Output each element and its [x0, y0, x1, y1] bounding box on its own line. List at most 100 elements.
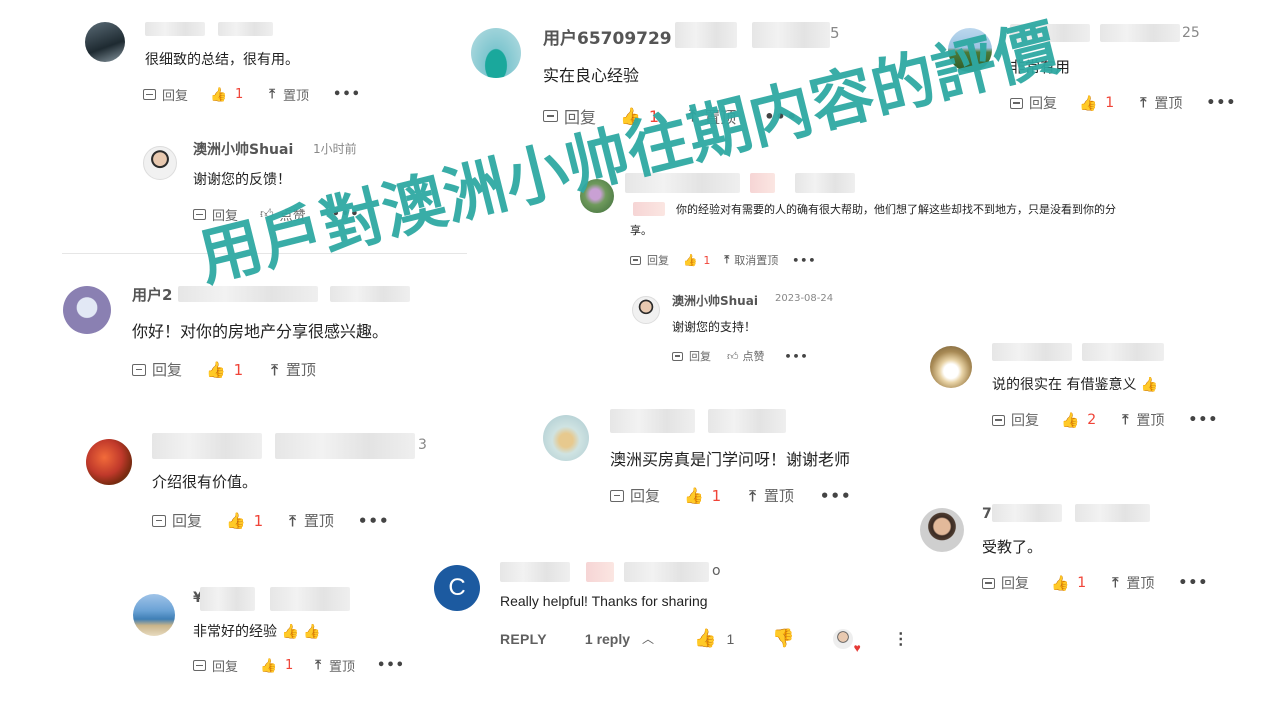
comment-text: 说的很实在 有借鉴意义 👍: [992, 377, 1159, 393]
reply-button[interactable]: 回复: [152, 510, 202, 531]
pin-icon: ⤒: [1140, 95, 1147, 111]
more-options-icon[interactable]: •••: [785, 350, 809, 363]
reply-text: 谢谢您的支持！: [672, 320, 757, 334]
thumbs-up-icon: 👍: [210, 86, 227, 103]
user-avatar[interactable]: [63, 286, 111, 334]
thumbs-up-icon: 👍: [684, 486, 704, 505]
reply-button[interactable]: 回复: [992, 410, 1039, 430]
unpin-button[interactable]: ⤒ 取消置顶: [724, 252, 778, 268]
more-options-icon[interactable]: •••: [377, 658, 405, 673]
comment-author[interactable]: 7: [982, 506, 992, 522]
reply-icon: [672, 351, 683, 361]
like-button[interactable]: 👍 2: [1061, 411, 1096, 429]
author-avatar[interactable]: [632, 296, 660, 324]
user-avatar[interactable]: [543, 415, 589, 461]
chevron-up-icon: ︿: [642, 632, 655, 646]
comment-date-fragment: o: [712, 563, 721, 579]
pin-button[interactable]: ⤒ 置顶: [1140, 93, 1182, 113]
comment-text: 非常好的经验 👍 👍: [193, 624, 321, 640]
comment-actions: 回复 👍 1 ⤒ 取消置顶 •••: [630, 252, 816, 268]
like-button[interactable]: 👍 1: [210, 87, 243, 103]
thumbs-up-icon: 👍: [1061, 412, 1080, 429]
thumbs-up-icon: 👍: [683, 253, 698, 267]
more-options-icon[interactable]: •••: [333, 87, 361, 102]
thumbs-up-emoji: 👍: [1140, 377, 1159, 393]
more-options-icon[interactable]: •••: [358, 512, 390, 530]
comment-text: 你好！对你的房地产分享很感兴趣。: [132, 322, 389, 341]
comment-author[interactable]: 用户65709729: [543, 24, 672, 49]
reply-icon: [992, 414, 1005, 426]
blurred-date: [708, 409, 786, 433]
comment-date-fragment: 25: [1182, 25, 1200, 41]
more-options-icon[interactable]: •••: [1188, 412, 1218, 428]
more-options-icon[interactable]: •••: [792, 254, 816, 267]
user-avatar[interactable]: [133, 594, 175, 636]
pin-button[interactable]: ⤒ 置顶: [1122, 410, 1164, 430]
blurred-username: [145, 22, 205, 36]
comment-text: 你的经验对有需要的人的确有很大帮助，他们想了解这些却找不到地方，只是没看到你的分: [676, 203, 1116, 216]
reply-author[interactable]: 澳洲小帅Shuai: [672, 292, 758, 309]
pin-button[interactable]: ⤒ 置顶: [269, 85, 309, 104]
like-button[interactable]: 👍 1: [1079, 94, 1114, 112]
blurred-username: [610, 409, 695, 433]
like-button[interactable]: 👍︎ 点赞: [727, 348, 765, 364]
like-button[interactable]: 👍 1: [260, 658, 293, 674]
user-avatar[interactable]: [471, 28, 521, 78]
more-options-icon[interactable]: •••: [820, 487, 852, 505]
reply-button[interactable]: 回复: [610, 485, 660, 506]
comment-actions: 回复 👍 1 ⤒ 置顶 •••: [1010, 93, 1236, 113]
user-avatar[interactable]: [85, 22, 125, 62]
pin-button[interactable]: ⤒ 置顶: [315, 656, 355, 675]
blurred-date: [795, 173, 855, 193]
reply-button[interactable]: 回复: [982, 573, 1029, 593]
comment-actions: 回复 👍 1 ⤒ 置顶: [132, 359, 316, 380]
pin-button[interactable]: ⤒ 置顶: [271, 359, 316, 380]
like-button[interactable]: 👍 1: [683, 253, 710, 267]
blurred-username: [586, 562, 614, 582]
comment-actions: 回复 👍 1 ⤒ 置顶 •••: [193, 656, 405, 675]
user-avatar[interactable]: [920, 508, 964, 552]
comment-author[interactable]: 用户2: [132, 284, 172, 305]
like-button[interactable]: 👍 1: [206, 360, 243, 379]
pin-button[interactable]: ⤒ 置顶: [289, 510, 334, 531]
pin-button[interactable]: ⤒ 置顶: [749, 485, 794, 506]
reply-author[interactable]: 澳洲小帅Shuai: [193, 139, 293, 159]
blurred-date: [330, 286, 410, 302]
blurred-date: [752, 22, 830, 48]
reply-button[interactable]: 回复: [630, 252, 669, 268]
pin-icon: ⤒: [1122, 412, 1129, 428]
comment-actions: 回复 👍 1 ⤒ 置顶 •••: [610, 485, 852, 506]
reply-button[interactable]: REPLY: [500, 631, 547, 647]
comment-actions: 回复 👍 1 ⤒ 置顶 •••: [143, 85, 361, 104]
like-button[interactable]: 👍 1: [684, 486, 721, 505]
heart-icon: ♥: [853, 640, 861, 655]
like-button[interactable]: 👍 1: [226, 511, 263, 530]
more-options-icon[interactable]: •••: [1206, 95, 1236, 111]
reply-button[interactable]: 回复: [143, 85, 188, 104]
thumbs-up-icon: 👍: [1079, 95, 1098, 112]
thumbs-down-icon[interactable]: 👎: [772, 628, 794, 649]
blurred-date: [270, 587, 350, 611]
author-avatar[interactable]: [143, 146, 177, 180]
comment-text: Really helpful! Thanks for sharing: [500, 593, 708, 609]
more-options-icon[interactable]: •••: [1178, 575, 1208, 591]
user-avatar[interactable]: [86, 439, 132, 485]
comment-text: 实在良心经验: [543, 66, 640, 85]
thumbs-up-icon: 👍: [206, 360, 226, 379]
reply-button[interactable]: 回复: [132, 359, 182, 380]
creator-heart-icon[interactable]: ♥: [832, 628, 861, 655]
thumbs-up-outline-icon: 👍︎: [727, 349, 739, 363]
like-button[interactable]: 👍 1: [694, 628, 734, 649]
blurred-date: [1082, 343, 1164, 361]
reply-button[interactable]: 回复: [193, 656, 238, 675]
user-avatar[interactable]: C: [434, 565, 480, 611]
like-button[interactable]: 👍 1: [1051, 574, 1086, 592]
reply-icon: [132, 363, 146, 376]
reply-actions: 回复 👍︎ 点赞 •••: [672, 348, 809, 364]
pin-button[interactable]: ⤒ 置顶: [1112, 573, 1154, 593]
more-options-vertical-icon[interactable]: ⋮: [893, 629, 910, 649]
reply-button[interactable]: 回复: [672, 348, 711, 364]
user-avatar[interactable]: [930, 346, 972, 388]
toggle-replies-button[interactable]: 1 reply ︿: [585, 630, 654, 647]
reply-icon: [982, 577, 995, 589]
